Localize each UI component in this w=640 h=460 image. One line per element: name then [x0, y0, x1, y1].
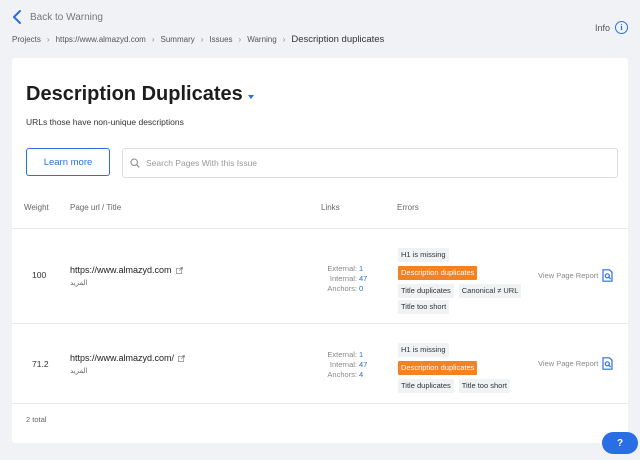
- breadcrumb-separator-icon: ›: [282, 35, 286, 44]
- view-page-report-label: View Page Report: [538, 359, 599, 368]
- row-weight: 71.2: [32, 359, 49, 369]
- internal-label: Internal:: [329, 360, 357, 369]
- external-link-icon: [178, 354, 185, 362]
- page-title: Description Duplicates: [26, 83, 243, 105]
- table-divider: [12, 403, 628, 404]
- breadcrumb-site[interactable]: https://www.almazyd.com: [56, 35, 146, 44]
- page-report-icon: [602, 357, 613, 370]
- error-tag: H1 is missing: [398, 343, 449, 357]
- internal-count[interactable]: 47: [359, 274, 370, 284]
- row-links: External: 1 Internal: 47 Anchors: 0: [327, 264, 370, 294]
- search-icon: [130, 158, 140, 168]
- row-url-link[interactable]: https://www.almazyd.com: [70, 265, 183, 275]
- view-page-report-label: View Page Report: [538, 271, 599, 280]
- row-errors: H1 is missing Description duplicates Tit…: [398, 248, 534, 314]
- row-page-title: المزيد: [70, 280, 88, 287]
- row-page-title: المزيد: [70, 368, 88, 375]
- external-label: External:: [327, 264, 357, 273]
- row-weight: 100: [32, 270, 47, 280]
- breadcrumb-warning[interactable]: Warning: [247, 35, 277, 44]
- error-tag: Canonical ≠ URL: [458, 284, 522, 298]
- info-icon: i: [615, 21, 628, 34]
- info-label: Info: [594, 22, 610, 33]
- error-tag: Title duplicates: [398, 379, 454, 393]
- header-page-url: Page url / Title: [70, 203, 122, 212]
- anchors-count[interactable]: 0: [359, 284, 370, 294]
- page-report-icon: [602, 269, 613, 282]
- row-errors: H1 is missing Description duplicates Tit…: [398, 343, 534, 393]
- row-url: https://www.almazyd.com: [70, 265, 172, 275]
- internal-label: Internal:: [329, 274, 357, 283]
- external-link-icon: [175, 266, 183, 274]
- page-subtitle: URLs those have non-unique descriptions: [26, 117, 184, 127]
- page-title-row: Description Duplicates: [26, 83, 254, 106]
- row-url-link[interactable]: https://www.almazyd.com/: [70, 353, 185, 363]
- table-divider: [12, 228, 628, 229]
- search-box[interactable]: [122, 148, 618, 178]
- breadcrumb-projects[interactable]: Projects: [12, 35, 41, 44]
- breadcrumb-current: Description duplicates: [291, 34, 385, 45]
- anchors-label: Anchors:: [327, 284, 357, 293]
- header-errors: Errors: [397, 203, 419, 212]
- back-label: Back to Warning: [30, 11, 103, 23]
- external-count[interactable]: 1: [359, 264, 370, 274]
- error-tag-highlighted: Description duplicates: [398, 361, 478, 375]
- anchors-count[interactable]: 4: [359, 370, 370, 380]
- row-url: https://www.almazyd.com/: [70, 353, 175, 363]
- breadcrumb: Projects › https://www.almazyd.com › Sum…: [12, 34, 384, 45]
- internal-count[interactable]: 47: [359, 360, 370, 370]
- back-to-warning-link[interactable]: Back to Warning: [12, 10, 103, 24]
- breadcrumb-separator-icon: ›: [46, 35, 50, 44]
- chevron-left-icon: [13, 10, 21, 24]
- error-tag: Title duplicates: [398, 284, 454, 298]
- view-page-report-button[interactable]: View Page Report: [538, 269, 613, 282]
- breadcrumb-summary[interactable]: Summary: [161, 35, 195, 44]
- external-label: External:: [327, 350, 357, 359]
- error-tag: Title too short: [398, 300, 450, 314]
- breadcrumb-separator-icon: ›: [200, 35, 204, 44]
- help-button[interactable]: ?: [602, 432, 638, 454]
- issue-card: Description Duplicates URLs those have n…: [12, 58, 628, 443]
- breadcrumb-separator-icon: ›: [238, 35, 242, 44]
- error-tag: H1 is missing: [398, 248, 449, 262]
- total-count: 2 total: [26, 415, 47, 424]
- header-weight: Weight: [24, 203, 49, 212]
- row-links: External: 1 Internal: 47 Anchors: 4: [327, 350, 370, 380]
- breadcrumb-issues[interactable]: Issues: [209, 35, 232, 44]
- table-divider: [12, 323, 628, 324]
- info-button[interactable]: Info i: [595, 21, 628, 34]
- title-dropdown-caret-icon[interactable]: [247, 94, 254, 99]
- breadcrumb-separator-icon: ›: [151, 35, 155, 44]
- error-tag: Title too short: [458, 379, 510, 393]
- header-links: Links: [321, 203, 340, 212]
- anchors-label: Anchors:: [327, 370, 357, 379]
- learn-more-button[interactable]: Learn more: [26, 148, 110, 176]
- error-tag-highlighted: Description duplicates: [398, 266, 478, 280]
- view-page-report-button[interactable]: View Page Report: [538, 357, 613, 370]
- external-count[interactable]: 1: [359, 350, 370, 360]
- search-input[interactable]: [146, 158, 606, 168]
